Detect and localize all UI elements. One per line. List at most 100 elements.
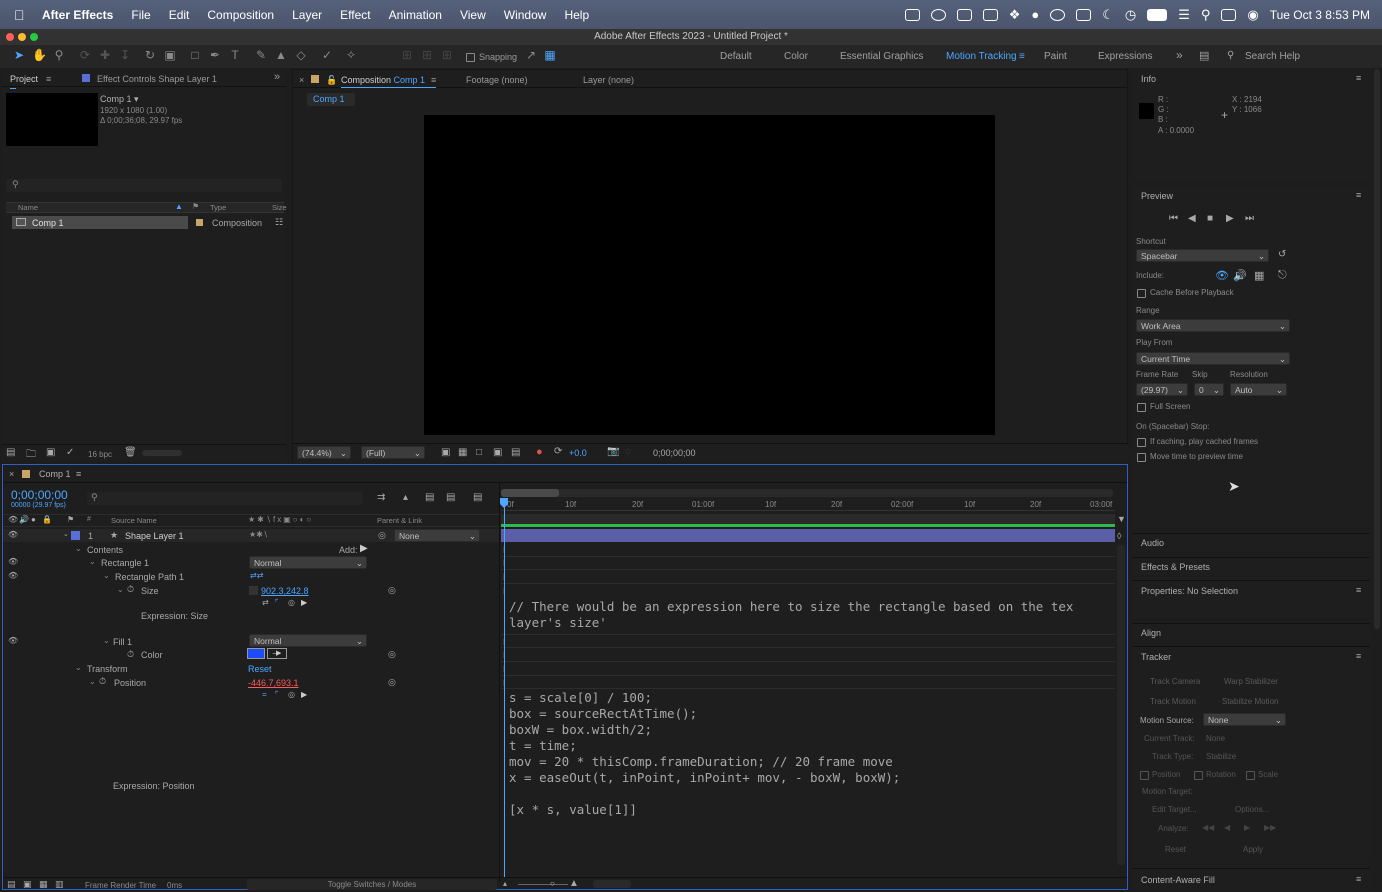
orbit-tool-icon[interactable]: ⟳	[78, 48, 92, 62]
layer-name[interactable]: Shape Layer 1	[125, 531, 184, 541]
workspace-color[interactable]: Color	[784, 51, 808, 62]
snap-features-icon[interactable]: ▦	[543, 48, 557, 62]
frame-rate-dropdown[interactable]: (29.97) ⌄	[1136, 383, 1188, 396]
color-stopwatch-icon[interactable]: ⏱	[127, 649, 134, 660]
analyze-forward-one-icon[interactable]: ▶	[1244, 823, 1250, 832]
graph-editor-icon[interactable]: ▤	[473, 492, 482, 503]
next-frame-icon[interactable]: ▶	[1226, 213, 1234, 224]
warp-stabilizer-button[interactable]: Warp Stabilizer	[1224, 677, 1278, 686]
lock-icon[interactable]: 🔓	[326, 75, 337, 86]
size-expr-enable-icon[interactable]: ⇄	[262, 598, 269, 607]
rect1-twirl-icon[interactable]: ⌄	[89, 557, 96, 566]
align-panel[interactable]: Align	[1132, 623, 1370, 641]
rectangle-tool-icon[interactable]: □	[188, 48, 202, 62]
size-expression-editor[interactable]: // There would be an expression here to …	[509, 599, 1113, 633]
play-stop-icon[interactable]: ■	[1207, 213, 1213, 224]
adjust-icon[interactable]: ✓	[66, 447, 74, 458]
size-expr-language-icon[interactable]: ▶	[301, 598, 307, 607]
properties-menu-icon[interactable]: ≡	[1356, 585, 1361, 595]
dolly-tool-icon[interactable]: ↧	[118, 48, 132, 62]
menu-file[interactable]: File	[131, 8, 150, 22]
pen-tool-icon[interactable]: ✒	[208, 48, 222, 62]
axis-view-icon[interactable]: ⊞	[440, 48, 454, 62]
region-of-interest-icon[interactable]: ▣	[441, 447, 450, 458]
menu-layer[interactable]: Layer	[292, 8, 322, 22]
minimize-window-button[interactable]	[18, 33, 26, 41]
position-stopwatch-icon[interactable]: ⏱	[99, 676, 106, 687]
skip-dropdown[interactable]: 0 ⌄	[1194, 383, 1224, 396]
menu-animation[interactable]: Animation	[389, 8, 442, 22]
render-time-icon[interactable]: ▥	[55, 879, 64, 890]
time-navigator[interactable]	[501, 489, 1113, 497]
trash-icon[interactable]: 🗑	[124, 447, 137, 458]
draft-3d-icon[interactable]: ▴	[403, 492, 408, 503]
tab-project[interactable]: Project	[10, 74, 38, 84]
grid-options-icon[interactable]: ▤	[511, 447, 520, 458]
workspace-essential-graphics[interactable]: Essential Graphics	[840, 51, 923, 62]
timeline-search-input[interactable]: ⚲	[87, 492, 363, 505]
transfer-controls-icon[interactable]: ▣	[23, 879, 32, 890]
sync-icon[interactable]	[1050, 8, 1066, 21]
path-direction-icon[interactable]: ⇄⇄	[250, 571, 263, 580]
zoom-out-icon[interactable]: ▴	[503, 879, 507, 888]
horizontal-scrollbar[interactable]	[593, 880, 631, 888]
control-center-icon[interactable]	[1221, 8, 1237, 21]
previous-frame-icon[interactable]: ◀	[1188, 213, 1196, 224]
timeline-timecode[interactable]: 0;00;00;00	[11, 488, 68, 502]
include-video-icon[interactable]: 👁	[1215, 269, 1229, 282]
close-tab-icon[interactable]: ×	[299, 75, 304, 85]
pick-whip-icon[interactable]: ◎	[378, 530, 386, 541]
fill-visibility-icon[interactable]: 👁	[8, 636, 18, 645]
rect1-visibility-icon[interactable]: 👁	[8, 557, 18, 566]
track-position-checkbox[interactable]	[1140, 770, 1149, 781]
zoom-tool-icon[interactable]: ⚲	[52, 48, 66, 62]
first-frame-icon[interactable]: ⏮	[1169, 213, 1178, 224]
timeline-menu-icon[interactable]: ≡	[76, 469, 81, 479]
workspace-expressions[interactable]: Expressions	[1098, 51, 1152, 62]
content-aware-menu-icon[interactable]: ≡	[1356, 874, 1361, 884]
col-parent-link[interactable]: Parent & Link	[377, 516, 422, 525]
rect-path-visibility-icon[interactable]: 👁	[8, 571, 18, 580]
apple-icon[interactable]: 	[14, 7, 34, 23]
range-dropdown[interactable]: Work Area ⌄	[1136, 319, 1290, 332]
roto-brush-tool-icon[interactable]: ✓	[320, 48, 334, 62]
brush-tool-icon[interactable]: ✎	[254, 48, 268, 62]
fill-twirl-icon[interactable]: ⌄	[103, 636, 110, 645]
position-expr-graph-icon[interactable]: ⌜	[275, 690, 279, 699]
tracker-menu-icon[interactable]: ≡	[1356, 651, 1361, 661]
include-output-icon[interactable]: ⎋	[1278, 269, 1287, 282]
transform-twirl-icon[interactable]: ⌄	[75, 663, 82, 672]
camera-icon[interactable]	[956, 8, 972, 21]
workspace-menu-icon[interactable]: ≡	[1019, 51, 1025, 62]
current-time-indicator[interactable]	[504, 498, 505, 878]
menubar-clock[interactable]: Tue Oct 3 8:53 PM	[1270, 8, 1370, 22]
shortcut-dropdown[interactable]: Spacebar ⌄	[1136, 249, 1269, 262]
workspace-default[interactable]: Default	[720, 51, 752, 62]
dropbox-icon[interactable]: ❖	[1009, 7, 1021, 23]
project-search-input[interactable]: ⚲	[6, 179, 282, 192]
menu-composition[interactable]: Composition	[207, 8, 274, 22]
col-source-name[interactable]: Source Name	[111, 516, 157, 525]
col-name[interactable]: Name	[18, 203, 38, 212]
eyedropper-icon[interactable]: ⎯▶	[267, 648, 287, 659]
panel-overflow-icon[interactable]: »	[274, 71, 280, 83]
add-content-button[interactable]: ▶	[360, 543, 368, 554]
current-track-dropdown[interactable]: None	[1206, 734, 1225, 743]
motion-source-dropdown[interactable]: None ⌄	[1203, 713, 1286, 726]
flowchart-icon[interactable]: ☷	[275, 217, 283, 228]
wifi-icon[interactable]: ☰	[1178, 7, 1190, 23]
track-type-dropdown[interactable]: Stabilize	[1206, 752, 1236, 761]
layer-visibility-icon[interactable]: 👁	[8, 530, 18, 539]
mask-visibility-icon[interactable]: □	[476, 447, 482, 458]
track-scale-checkbox[interactable]	[1246, 770, 1255, 781]
tracker-reset-button[interactable]: Reset	[1165, 845, 1186, 854]
cache-checkbox[interactable]	[1137, 288, 1146, 299]
position-expr-enable-icon[interactable]: =	[262, 690, 267, 699]
time-ruler[interactable]: 0f 10f 20f 01:00f 10f 20f 02:00f 10f 20f…	[501, 497, 1115, 511]
workspace-paint[interactable]: Paint	[1044, 51, 1067, 62]
info-menu-icon[interactable]: ≡	[1356, 73, 1361, 83]
fill-label[interactable]: Fill 1	[113, 637, 132, 647]
layer-twirl-icon[interactable]: ⌄	[63, 530, 69, 538]
position-pick-whip-icon[interactable]: ◎	[388, 677, 396, 688]
channels-icon[interactable]: ●	[536, 446, 543, 458]
